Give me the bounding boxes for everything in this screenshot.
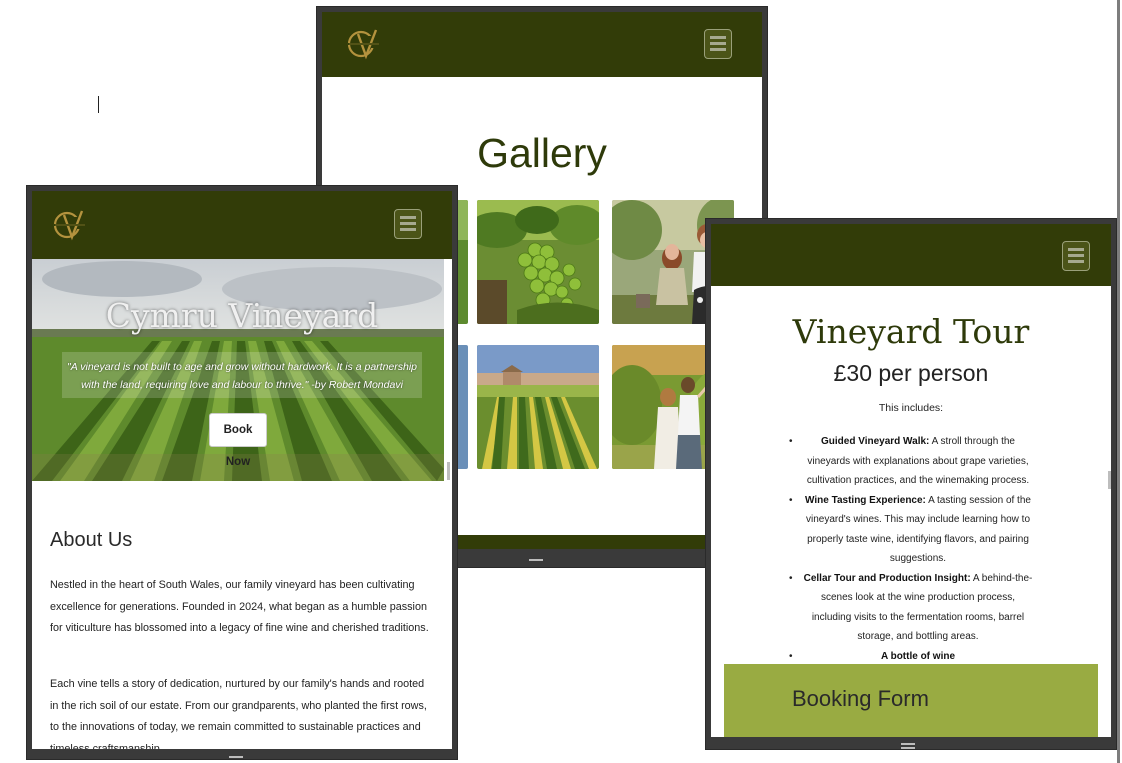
about-paragraph: Nestled in the heart of South Wales, our… <box>50 579 429 634</box>
home-page: Cymru Vineyard "A vineyard is not built … <box>32 191 452 749</box>
tour-page: Vineyard Tour £30 per person This includ… <box>711 224 1111 737</box>
resize-handle[interactable] <box>901 743 915 745</box>
item-heading: Guided Vineyard Walk: <box>821 436 930 447</box>
book-now-button[interactable]: Book Now <box>209 413 267 468</box>
list-item: Cellar Tour and Production Insight: A be… <box>789 569 1033 647</box>
list-item: Wine Tasting Experience: A tasting sessi… <box>789 491 1033 569</box>
hamburger-menu-button[interactable] <box>394 209 422 239</box>
hero-banner: Cymru Vineyard "A vineyard is not built … <box>32 259 452 481</box>
resize-handle[interactable] <box>1108 471 1111 489</box>
tour-includes-list: Guided Vineyard Walk: A stroll through t… <box>789 432 1033 666</box>
tour-price: £30 per person <box>833 360 989 386</box>
resize-handle[interactable] <box>229 756 243 758</box>
list-item: Guided Vineyard Walk: A stroll through t… <box>789 432 1033 491</box>
hamburger-menu-button[interactable] <box>704 29 732 59</box>
booking-form-title: Booking Form <box>792 686 929 711</box>
window-edge <box>1117 0 1120 763</box>
vineyard-logo-icon[interactable] <box>50 205 90 245</box>
includes-label: This includes: <box>878 402 944 414</box>
vineyard-rows-house-photo[interactable] <box>477 345 599 469</box>
grape-cluster-photo[interactable] <box>477 200 599 324</box>
hamburger-menu-button[interactable] <box>1062 241 1090 271</box>
tour-title: Vineyard Tour <box>792 312 1030 351</box>
hero-title: Cymru Vineyard <box>105 296 379 335</box>
vineyard-logo-icon[interactable] <box>344 24 384 64</box>
site-header <box>711 224 1111 286</box>
hero-quote: "A vineyard is not built to age and grow… <box>66 361 418 391</box>
tour-window: Vineyard Tour £30 per person This includ… <box>705 218 1117 750</box>
item-heading: Cellar Tour and Production Insight: <box>803 572 971 584</box>
site-header <box>322 12 762 77</box>
item-heading: A bottle of wine <box>880 650 956 662</box>
resize-handle[interactable] <box>447 462 450 480</box>
item-heading: Wine Tasting Experience: <box>805 494 926 506</box>
resize-handle[interactable] <box>529 559 543 561</box>
about-title: About Us <box>50 529 133 551</box>
home-window: Cymru Vineyard "A vineyard is not built … <box>26 185 458 760</box>
gallery-title: Gallery <box>477 130 607 176</box>
booking-form-section: Booking Form <box>724 664 1098 737</box>
resize-handle[interactable] <box>901 747 915 749</box>
text-cursor <box>98 96 99 113</box>
about-paragraph: Each vine tells a story of dedication, n… <box>50 678 427 749</box>
site-header <box>32 191 452 259</box>
